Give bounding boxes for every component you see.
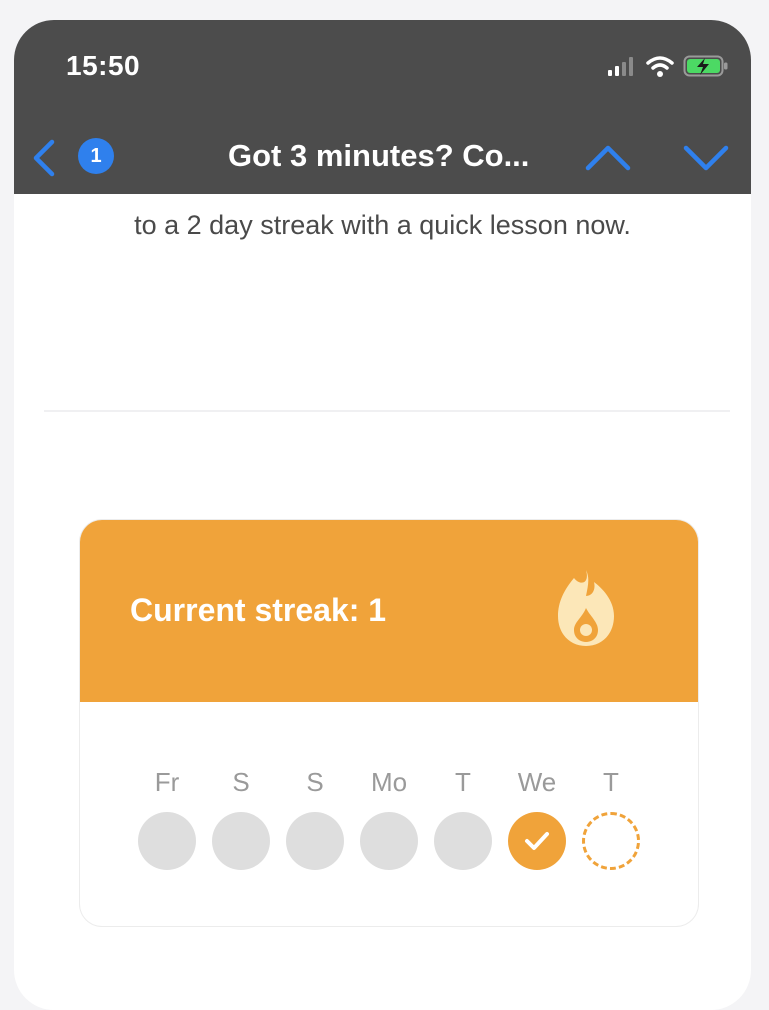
- day-item: We: [500, 762, 574, 870]
- email-body-text: to a 2 day streak with a quick lesson no…: [134, 210, 631, 240]
- phone-screen: 15:50 1 Got 3 minutes? Co... to a 2 day …: [14, 20, 751, 1010]
- status-time: 15:50: [66, 50, 141, 81]
- day-item: S: [204, 762, 278, 870]
- signal-bars-icon: [608, 57, 633, 76]
- day-dot-missed: [360, 812, 418, 870]
- unread-count-badge[interactable]: 1: [78, 138, 114, 174]
- day-label: S: [232, 767, 250, 797]
- checkmark-icon: [525, 832, 549, 850]
- day-dot-missed: [286, 812, 344, 870]
- day-item: S: [278, 762, 352, 870]
- day-dot-missed: [434, 812, 492, 870]
- day-item: Fr: [130, 762, 204, 870]
- email-nav-row: 1 Got 3 minutes? Co...: [14, 130, 751, 186]
- chevron-down-icon[interactable]: [680, 138, 732, 178]
- chevron-left-icon[interactable]: [28, 138, 62, 178]
- day-label: Mo: [370, 767, 408, 797]
- streak-title: Current streak: 1: [130, 592, 387, 628]
- section-divider: [44, 410, 730, 412]
- day-item: T: [574, 762, 648, 870]
- flame-icon: [558, 570, 614, 646]
- status-icons: [607, 50, 729, 82]
- streak-card-header: Current streak: 1: [80, 520, 698, 702]
- day-dot-missed: [138, 812, 196, 870]
- day-label: Fr: [154, 767, 180, 797]
- top-bar: 15:50 1 Got 3 minutes? Co...: [14, 20, 751, 194]
- battery-charging-icon: [683, 55, 728, 77]
- email-subject-title: Got 3 minutes? Co...: [228, 138, 530, 173]
- wifi-icon: [646, 56, 674, 77]
- day-label: S: [306, 767, 324, 797]
- day-dot-missed: [212, 812, 270, 870]
- chevron-up-icon[interactable]: [582, 138, 634, 178]
- streak-card: Current streak: 1 Fr S S Mo T We T: [80, 520, 698, 926]
- day-item: T: [426, 762, 500, 870]
- streak-days-row: Fr S S Mo T We T: [80, 762, 698, 882]
- day-label: We: [517, 767, 557, 797]
- day-label: T: [603, 767, 619, 797]
- day-dot-today: [582, 812, 640, 870]
- day-item: Mo: [352, 762, 426, 870]
- day-dot-done: [508, 812, 566, 870]
- day-label: T: [455, 767, 471, 797]
